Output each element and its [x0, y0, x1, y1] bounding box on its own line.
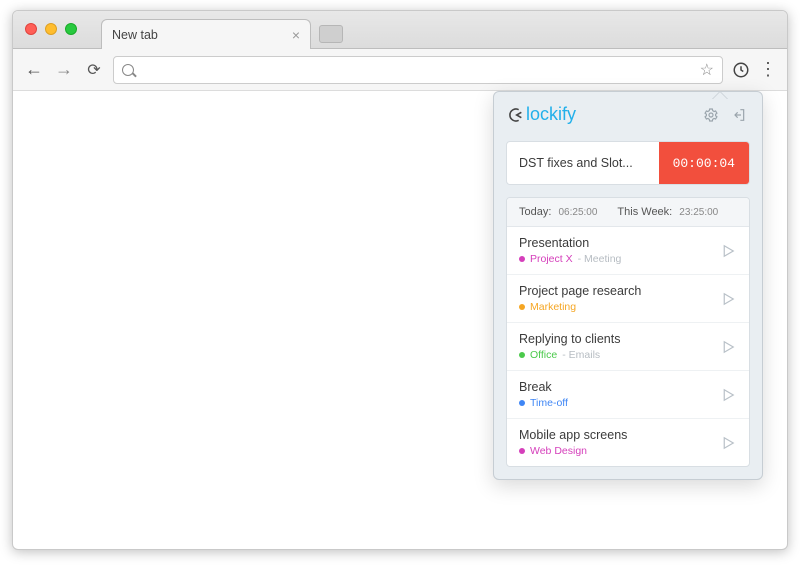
- project-color-dot: [519, 448, 525, 454]
- browser-toolbar: ← → ⟳ ☆ ⋮: [13, 49, 787, 91]
- project-name: Office: [530, 349, 557, 361]
- browser-menu-icon[interactable]: ⋮: [759, 59, 777, 80]
- play-icon[interactable]: [719, 338, 737, 356]
- project-name: Web Design: [530, 445, 587, 457]
- entries-panel: Today: 06:25:00 This Week: 23:25:00 Pres…: [506, 197, 750, 467]
- clockify-extension-icon[interactable]: [731, 60, 751, 80]
- project-name: Project X: [530, 253, 573, 265]
- time-entry-title: Project page research: [519, 284, 719, 298]
- time-entry[interactable]: Presentation Project X - Meeting: [507, 227, 749, 275]
- play-icon[interactable]: [719, 434, 737, 452]
- forward-button[interactable]: →: [53, 59, 75, 80]
- browser-tab[interactable]: New tab ×: [101, 19, 311, 49]
- clockify-logo-icon: [508, 107, 524, 123]
- time-entry[interactable]: Project page research Marketing: [507, 275, 749, 323]
- time-entry[interactable]: Mobile app screens Web Design: [507, 419, 749, 466]
- time-entry[interactable]: Break Time-off: [507, 371, 749, 419]
- week-label: This Week:: [617, 206, 672, 218]
- project-color-dot: [519, 256, 525, 262]
- time-entry-meta: Time-off: [519, 397, 719, 409]
- search-icon: [122, 64, 134, 76]
- time-entry[interactable]: Replying to clients Office - Emails: [507, 323, 749, 371]
- week-value: 23:25:00: [679, 207, 718, 218]
- time-entry-info: Project page research Marketing: [519, 284, 719, 313]
- settings-icon[interactable]: [702, 106, 720, 124]
- close-tab-icon[interactable]: ×: [292, 27, 300, 43]
- time-entry-meta: Office - Emails: [519, 349, 719, 361]
- project-name: Marketing: [530, 301, 576, 313]
- client-name: - Meeting: [578, 253, 622, 265]
- time-entry-info: Presentation Project X - Meeting: [519, 236, 719, 265]
- time-entry-meta: Marketing: [519, 301, 719, 313]
- popup-header: lockify: [494, 92, 762, 137]
- time-entry-title: Replying to clients: [519, 332, 719, 346]
- project-color-dot: [519, 304, 525, 310]
- play-icon[interactable]: [719, 290, 737, 308]
- today-label: Today:: [519, 206, 551, 218]
- time-entry-title: Mobile app screens: [519, 428, 719, 442]
- back-button[interactable]: ←: [23, 59, 45, 80]
- time-entry-info: Break Time-off: [519, 380, 719, 409]
- window-titlebar: New tab ×: [13, 11, 787, 49]
- time-summary: Today: 06:25:00 This Week: 23:25:00: [507, 198, 749, 227]
- bookmark-star-icon[interactable]: ☆: [700, 60, 714, 80]
- zoom-window-button[interactable]: [65, 23, 77, 35]
- close-window-button[interactable]: [25, 23, 37, 35]
- time-entry-title: Break: [519, 380, 719, 394]
- today-summary: Today: 06:25:00: [519, 206, 597, 218]
- week-summary: This Week: 23:25:00: [617, 206, 718, 218]
- stop-timer-button[interactable]: 00:00:04: [659, 142, 749, 184]
- time-entry-title: Presentation: [519, 236, 719, 250]
- current-timer: DST fixes and Slot... 00:00:04: [506, 141, 750, 185]
- clockify-popup: lockify DST fixes and Slot... 00:00:0: [493, 91, 763, 480]
- client-name: - Emails: [562, 349, 600, 361]
- current-timer-description[interactable]: DST fixes and Slot...: [519, 156, 659, 170]
- logout-icon[interactable]: [730, 106, 748, 124]
- window-controls: [25, 23, 77, 35]
- play-icon[interactable]: [719, 386, 737, 404]
- clockify-logo-text: lockify: [526, 104, 576, 125]
- tab-title: New tab: [112, 28, 292, 42]
- project-color-dot: [519, 400, 525, 406]
- browser-window: New tab × ← → ⟳ ☆ ⋮: [12, 10, 788, 550]
- address-bar[interactable]: ☆: [113, 56, 723, 84]
- reload-button[interactable]: ⟳: [83, 60, 105, 80]
- clockify-logo: lockify: [508, 104, 576, 125]
- time-entry-meta: Project X - Meeting: [519, 253, 719, 265]
- project-name: Time-off: [530, 397, 568, 409]
- time-entry-info: Replying to clients Office - Emails: [519, 332, 719, 361]
- project-color-dot: [519, 352, 525, 358]
- new-tab-button[interactable]: [319, 25, 343, 43]
- play-icon[interactable]: [719, 242, 737, 260]
- time-entry-info: Mobile app screens Web Design: [519, 428, 719, 457]
- today-value: 06:25:00: [558, 207, 597, 218]
- minimize-window-button[interactable]: [45, 23, 57, 35]
- time-entry-meta: Web Design: [519, 445, 719, 457]
